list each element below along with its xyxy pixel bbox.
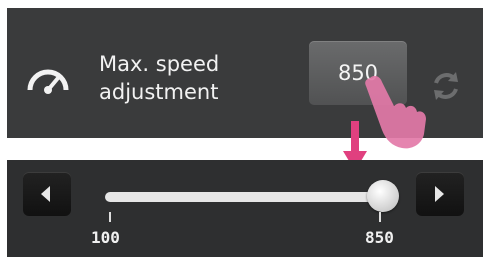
- decrease-button[interactable]: [23, 172, 71, 216]
- slider-min-tick: [109, 212, 111, 222]
- speed-slider-panel: 100 850: [7, 160, 483, 257]
- setting-label-line2: adjustment: [99, 80, 219, 104]
- slider-max-tick: [379, 212, 381, 222]
- setting-label-line1: Max. speed: [99, 52, 220, 76]
- setting-label: Max. speed adjustment: [99, 50, 219, 106]
- slider-min-label: 100: [91, 228, 120, 247]
- arrow-right-icon: [435, 186, 444, 202]
- slider-max-label: 850: [365, 228, 394, 247]
- speedometer-icon: [27, 69, 69, 94]
- increase-button[interactable]: [416, 172, 464, 216]
- refresh-icon[interactable]: [429, 69, 463, 103]
- arrow-left-icon: [41, 186, 50, 202]
- slider-handle[interactable]: [367, 180, 399, 212]
- tapping-hand-icon: [365, 75, 426, 149]
- slider-track[interactable]: [105, 192, 383, 202]
